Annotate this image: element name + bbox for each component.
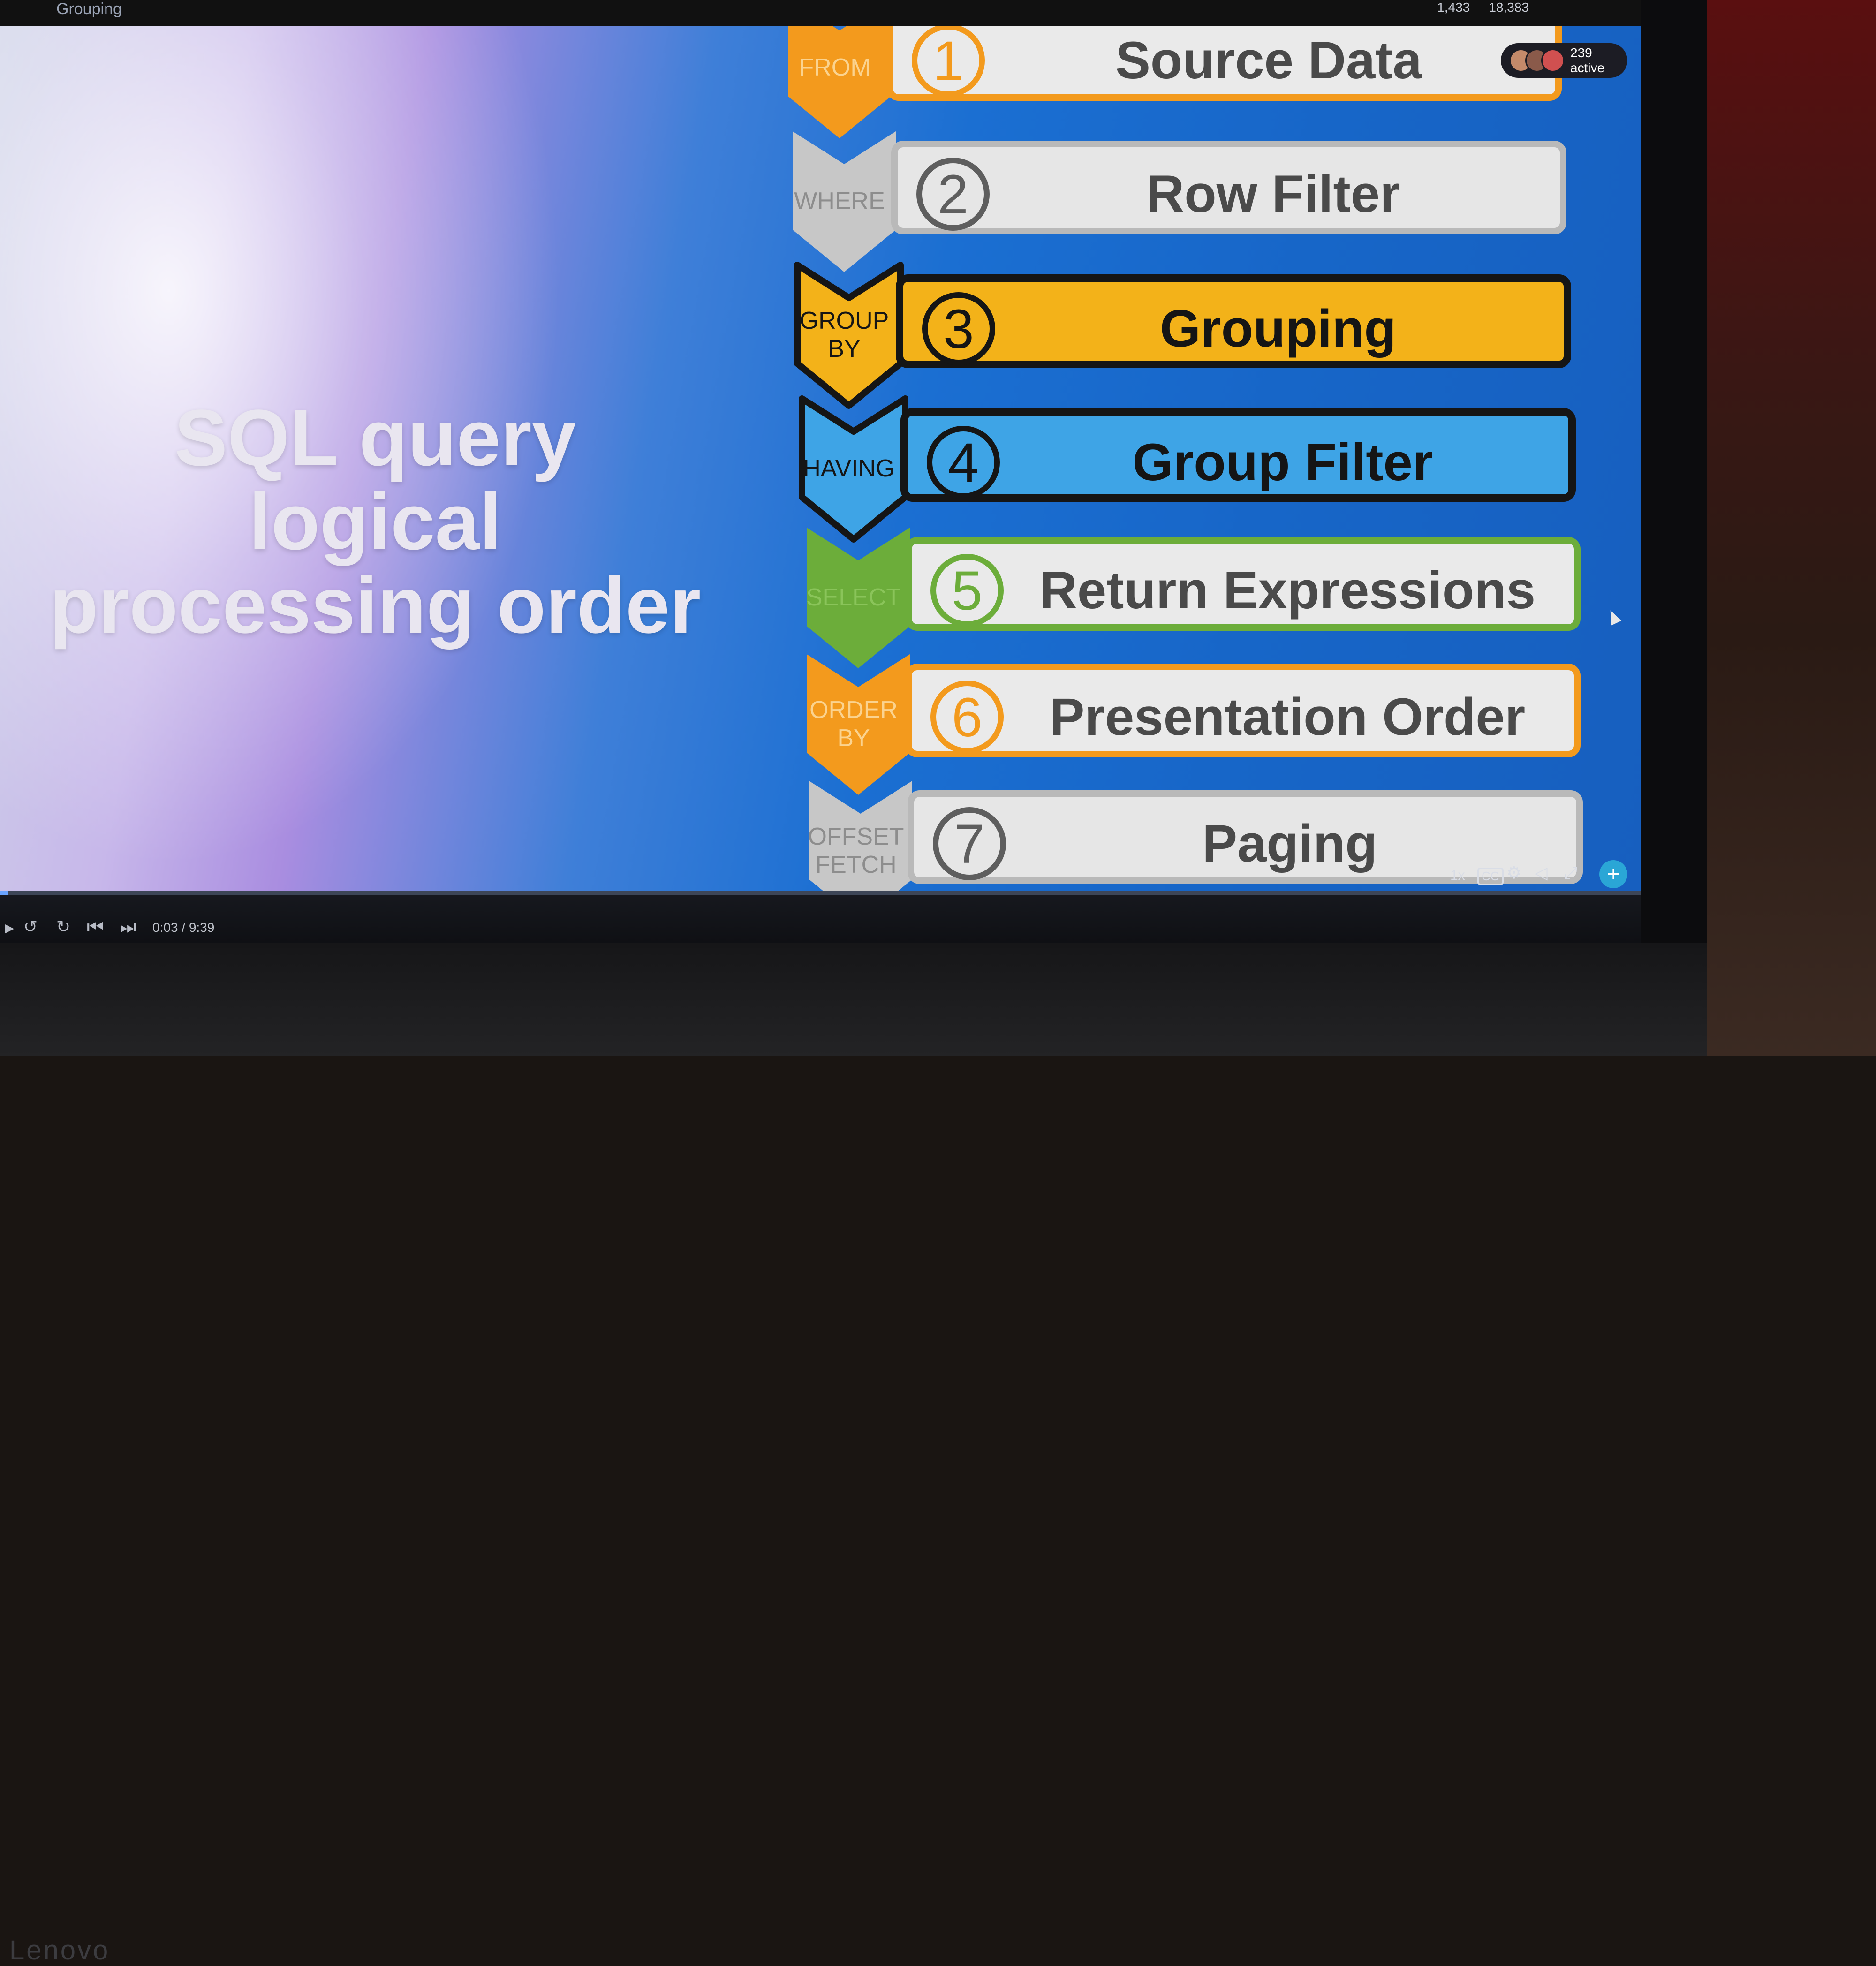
volume-icon[interactable]: ◁ <box>1535 863 1548 883</box>
step-number: 3 <box>922 292 995 365</box>
breadcrumb[interactable]: Grouping <box>56 0 122 18</box>
step-bar: 6 Presentation Order <box>905 664 1581 757</box>
top-stats: 1,433 18,383 <box>1437 0 1529 15</box>
step-bar: 1 Source Data <box>886 26 1562 101</box>
sql-clause-label: GROUP BY <box>799 307 889 363</box>
play-icon[interactable]: ▸ <box>5 917 14 938</box>
step-4: HAVING 4 Group Filter <box>797 395 1595 543</box>
step-label: Group Filter <box>1132 433 1433 492</box>
step-bar: 3 Grouping <box>896 274 1571 368</box>
avatar <box>1541 49 1565 72</box>
sql-clause-label: OFFSET FETCH <box>808 823 904 878</box>
step-2: WHERE 2 Row Filter <box>788 131 1585 272</box>
background-room <box>1679 0 1876 1056</box>
monitor-bezel-bottom: Lenovo <box>0 943 1707 1966</box>
sql-clause-label: HAVING <box>803 455 895 482</box>
views-count: 1,433 <box>1437 0 1470 15</box>
sql-clause-label: SELECT <box>806 584 901 611</box>
step-number: 7 <box>933 807 1006 880</box>
slide-title: SQL query logical processing order <box>49 393 701 650</box>
player-control-bar <box>0 891 1642 943</box>
step-number: 4 <box>927 426 1000 499</box>
step-number: 5 <box>930 554 1004 627</box>
step-3: GROUP BY 3 Grouping <box>793 262 1590 409</box>
brand-logo: Lenovo <box>9 1935 110 1966</box>
step-6: ORDER BY 6 Presentation Order <box>802 654 1599 795</box>
video-player-screen[interactable]: Grouping 1,433 18,383 SQL query logical … <box>0 0 1642 943</box>
time-readout: 0:03 / 9:39 <box>152 920 215 935</box>
add-button[interactable]: + <box>1599 860 1627 888</box>
step-label: Row Filter <box>1146 165 1400 223</box>
gear-icon[interactable]: ⚙ <box>1506 863 1521 883</box>
step-bar: 2 Row Filter <box>891 141 1566 234</box>
step-5: SELECT 5 Return Expressions <box>802 528 1599 668</box>
step-bar: 5 Return Expressions <box>905 537 1581 631</box>
likes-count: 18,383 <box>1489 0 1529 15</box>
step-bar: 4 Group Filter <box>900 408 1576 502</box>
exit-fullscreen-icon[interactable]: ⤢ <box>1564 863 1578 883</box>
active-viewers-count: 239 active <box>1570 45 1605 75</box>
step-number: 2 <box>916 158 990 231</box>
speed-button[interactable]: 1x <box>1450 868 1465 884</box>
previous-icon[interactable]: ⏮ <box>87 917 104 938</box>
slide: SQL query logical processing order FROM 1… <box>0 26 1642 891</box>
forward-10-icon[interactable]: ↻ <box>56 917 70 937</box>
rewind-10-icon[interactable]: ↺ <box>23 917 38 937</box>
step-label: Grouping <box>1160 299 1396 358</box>
progress-track[interactable] <box>0 891 1642 895</box>
step-1: FROM 1 Source Data <box>783 26 1581 138</box>
step-label: Return Expressions <box>1039 561 1536 620</box>
sql-clause-label: ORDER BY <box>809 696 898 752</box>
active-viewers-badge[interactable]: 239 active <box>1501 43 1627 78</box>
progress-fill <box>0 891 8 895</box>
captions-button[interactable]: CC <box>1477 868 1504 885</box>
sql-clause-label: WHERE <box>794 188 885 215</box>
next-icon[interactable]: ⏭ <box>120 917 136 938</box>
step-label: Presentation Order <box>1049 688 1526 746</box>
step-number: 1 <box>912 26 985 97</box>
step-label: Source Data <box>1115 31 1422 90</box>
sql-clause-label: FROM <box>799 54 871 81</box>
step-number: 6 <box>930 681 1004 754</box>
